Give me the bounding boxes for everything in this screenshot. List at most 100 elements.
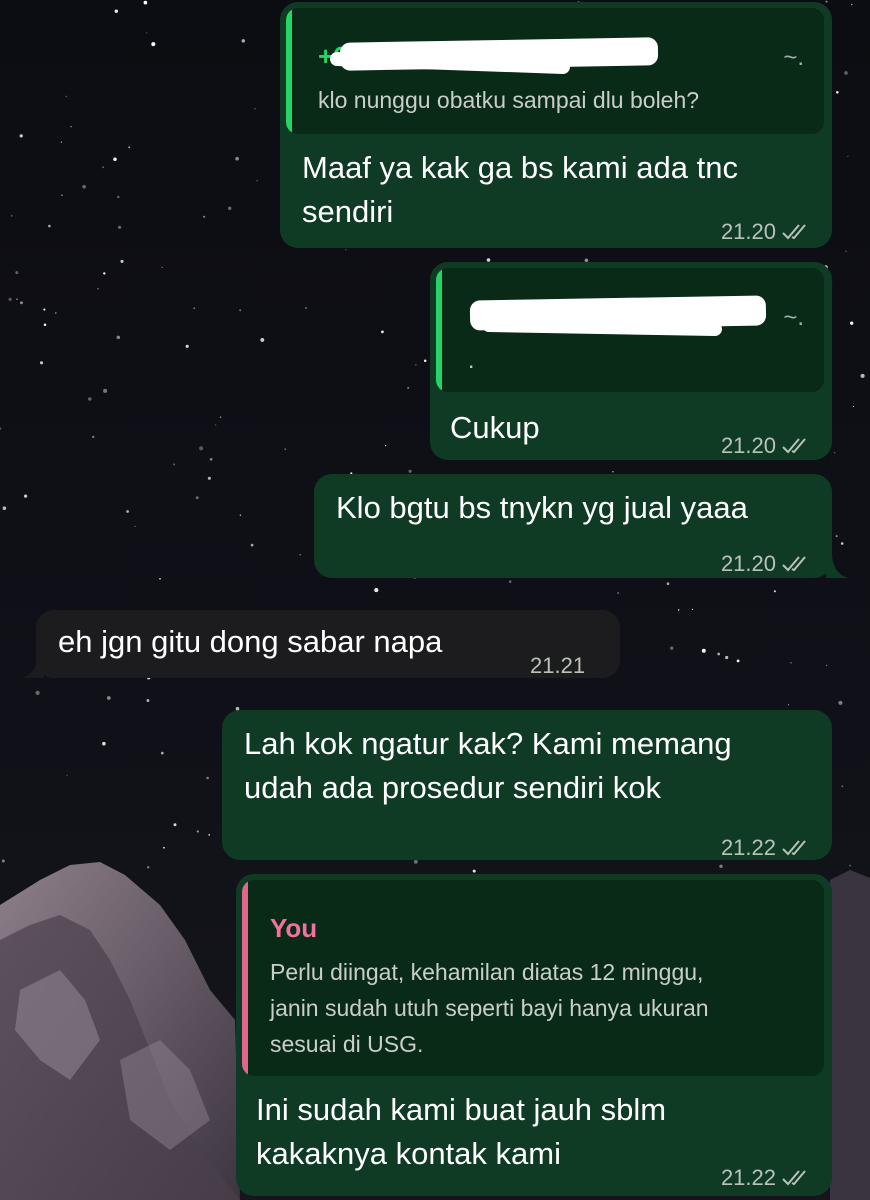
message-bubble-outgoing[interactable]: Lah kok ngatur kak? Kami memang udah ada… xyxy=(222,710,832,860)
message-text: Klo bgtu bs tnykn yg jual yaaa xyxy=(336,490,748,525)
message-time: 21.20 xyxy=(720,219,776,244)
star xyxy=(850,321,854,325)
quoted-sender-marker: ~. xyxy=(783,44,804,71)
star xyxy=(203,215,206,218)
message-bubble-outgoing[interactable]: ~. . Cukup 21.20 xyxy=(430,262,832,460)
message-text: Maaf ya kak ga bs kami ada tnc sendiri xyxy=(302,150,738,229)
star xyxy=(173,823,177,827)
star xyxy=(472,869,476,873)
star xyxy=(163,846,165,849)
star xyxy=(835,535,838,538)
star xyxy=(35,690,40,695)
star xyxy=(670,646,674,650)
star xyxy=(844,71,848,75)
quoted-sender-name: You xyxy=(270,913,318,943)
message-text: Cukup xyxy=(450,410,540,445)
star xyxy=(102,166,105,169)
message-bubble-incoming[interactable]: eh jgn gitu dong sabar napa 21.21 xyxy=(36,610,620,678)
star xyxy=(65,95,68,98)
star xyxy=(239,514,242,516)
star xyxy=(825,0,828,3)
star xyxy=(849,864,852,867)
message-bubble-outgoing[interactable]: +6 ~. klo nunggu obatku sampai dlu boleh… xyxy=(280,2,832,248)
message-meta: 21.21 xyxy=(530,644,585,688)
star xyxy=(117,195,120,199)
star xyxy=(70,125,72,128)
star xyxy=(173,463,176,466)
quoted-sender-marker: ~. xyxy=(783,304,804,331)
star xyxy=(161,266,163,269)
star xyxy=(381,330,384,334)
star xyxy=(151,42,156,47)
star xyxy=(241,39,246,43)
message-time: 21.22 xyxy=(720,1165,776,1190)
star xyxy=(146,866,150,869)
star xyxy=(691,608,694,611)
message-time: 21.21 xyxy=(530,653,586,678)
star xyxy=(617,592,619,594)
star xyxy=(88,397,92,401)
message-meta: 21.22 xyxy=(721,826,812,870)
star xyxy=(48,224,51,228)
star xyxy=(20,301,23,305)
message-meta: 21.22 xyxy=(721,1156,812,1200)
star xyxy=(413,859,418,864)
star xyxy=(61,194,63,196)
star xyxy=(103,388,108,393)
star xyxy=(508,580,512,583)
star xyxy=(384,444,387,447)
star xyxy=(43,308,46,311)
bubble-tail xyxy=(22,656,44,678)
double-check-icon xyxy=(782,556,806,572)
quoted-message[interactable]: +6 ~. klo nunggu obatku sampai dlu boleh… xyxy=(286,8,824,134)
star xyxy=(838,700,843,705)
quoted-message-text: klo nunggu obatku sampai dlu boleh? xyxy=(318,87,700,113)
star xyxy=(16,298,18,300)
star xyxy=(206,776,209,780)
star xyxy=(134,525,136,528)
double-check-icon xyxy=(782,438,806,454)
star xyxy=(408,469,412,473)
star xyxy=(736,659,740,663)
star xyxy=(15,271,19,275)
star xyxy=(235,156,239,161)
double-check-icon xyxy=(782,1170,806,1186)
star xyxy=(677,609,680,611)
double-check-icon xyxy=(782,224,806,240)
star xyxy=(2,506,7,510)
star xyxy=(19,134,23,138)
star xyxy=(841,785,844,788)
star xyxy=(215,424,217,426)
star xyxy=(199,446,204,451)
star xyxy=(146,32,148,34)
star xyxy=(185,344,189,348)
star xyxy=(725,655,729,660)
message-meta: 21.20 xyxy=(721,542,812,586)
star xyxy=(851,3,853,6)
star xyxy=(120,259,124,263)
message-time: 21.20 xyxy=(720,551,776,576)
star xyxy=(407,386,410,390)
star xyxy=(612,471,614,473)
redaction-mark xyxy=(481,317,723,337)
star xyxy=(228,206,232,210)
quoted-message[interactable]: You Perlu diingat, kehamilan diatas 12 m… xyxy=(242,880,824,1076)
message-meta: 21.20 xyxy=(721,210,812,254)
star xyxy=(82,185,86,189)
star xyxy=(60,141,63,143)
star xyxy=(256,180,258,182)
star xyxy=(845,250,847,252)
star xyxy=(128,146,131,149)
message-bubble-outgoing[interactable]: Klo bgtu bs tnykn yg jual yaaa 21.20 xyxy=(314,474,832,578)
message-bubble-outgoing[interactable]: You Perlu diingat, kehamilan diatas 12 m… xyxy=(236,874,832,1196)
star xyxy=(666,582,670,585)
star xyxy=(250,543,254,547)
star xyxy=(1,859,5,863)
star xyxy=(8,297,12,302)
star xyxy=(102,741,106,746)
star xyxy=(239,309,242,312)
quote-accent-bar xyxy=(242,880,248,1076)
quoted-message[interactable]: ~. . xyxy=(436,268,824,392)
star xyxy=(840,542,844,545)
star xyxy=(701,648,706,653)
